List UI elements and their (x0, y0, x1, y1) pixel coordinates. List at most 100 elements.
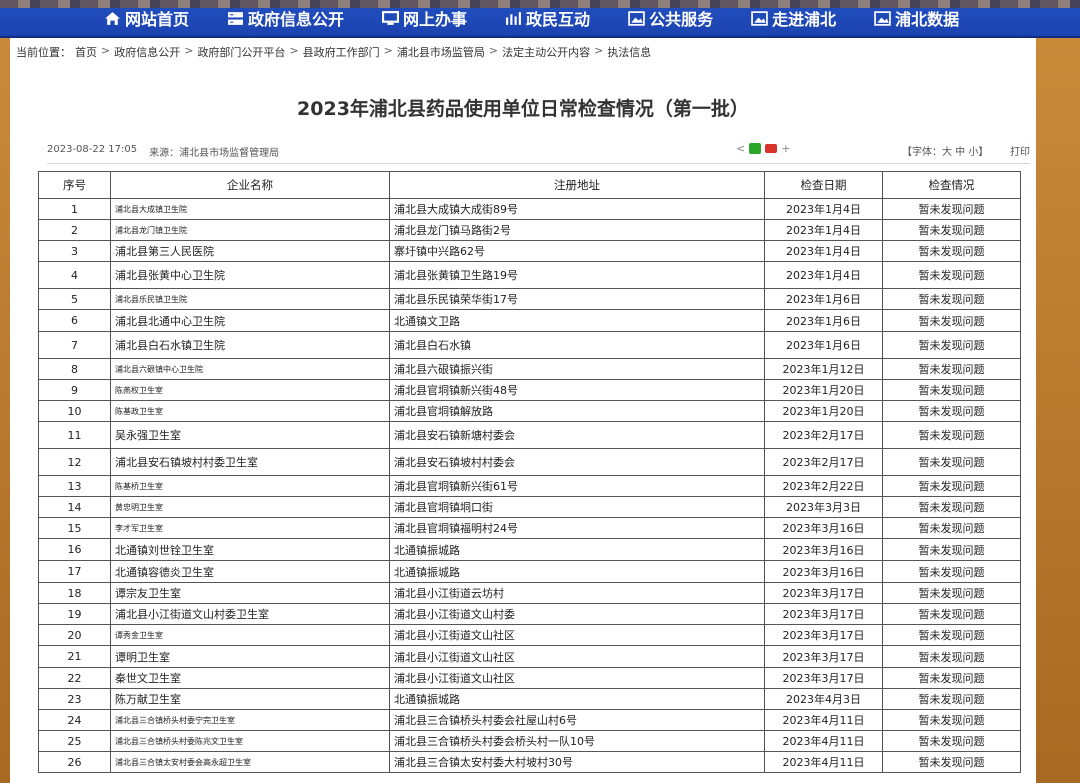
cell-no: 2 (38, 219, 111, 241)
cell-name: 浦北县安石镇坡村村委卫生室 (110, 448, 390, 476)
cell-name: 陈基桥卫生室 (110, 475, 390, 497)
cell-result: 暂未发现问题 (882, 560, 1021, 583)
cell-date: 2023年1月6日 (764, 288, 883, 310)
nav-item-2[interactable]: 网上办事 (382, 6, 467, 30)
breadcrumb-separator: > (594, 44, 604, 57)
table-row: 25 浦北县三合镇桥头村委陈兆文卫生室 浦北县三合镇桥头村委会桥头村一队10号 202… (38, 730, 1021, 752)
header-name: 企业名称 (110, 171, 390, 199)
cell-date: 2023年1月4日 (764, 198, 883, 220)
cell-result: 暂未发现问题 (882, 517, 1021, 539)
breadcrumb-separator: > (383, 44, 393, 57)
table-row: 14 黄忠明卫生室 浦北县官垌镇垌口街 2023年3月3日 暂未发现问题 (38, 496, 1021, 518)
nav-item-4[interactable]: 公共服务 (628, 6, 713, 30)
home-icon (104, 11, 121, 26)
page-title: 2023年浦北县药品使用单位日常检查情况（第一批） (297, 98, 749, 120)
top-navigation: 网站首页 政府信息公开 网上办事 政民互动 公共服务 走进浦北 浦北数据 (0, 0, 1080, 38)
nav-item-1[interactable]: 政府信息公开 (227, 6, 344, 30)
cell-no: 15 (38, 517, 111, 539)
nav-label: 走进浦北 (772, 10, 837, 29)
breadcrumb-link[interactable]: 政府部门公开平台 (197, 44, 285, 60)
cell-address: 浦北县小江街道文山社区 (389, 667, 765, 689)
weibo-share-icon[interactable] (765, 144, 778, 153)
cell-result: 暂未发现问题 (882, 219, 1021, 241)
breadcrumb-separator: > (289, 44, 299, 57)
cell-address: 浦北县官垌镇垌口街 (389, 496, 765, 518)
meta-divider (47, 163, 1030, 164)
cell-address: 浦北县六硍镇振兴街 (389, 358, 765, 380)
nav-label: 网上办事 (403, 10, 468, 29)
print-link[interactable]: 打印 (1010, 143, 1030, 158)
table-row: 9 陈燕权卫生室 浦北县官垌镇新兴街48号 2023年1月20日 暂未发现问题 (38, 379, 1021, 401)
cell-no: 17 (38, 560, 111, 583)
breadcrumb-separator: > (184, 44, 194, 57)
table-row: 10 陈基政卫生室 浦北县官垌镇解放路 2023年1月20日 暂未发现问题 (38, 400, 1021, 422)
article-source: 来源：浦北县市场监督管理局 (149, 148, 280, 159)
breadcrumb-link[interactable]: 首页 (75, 44, 97, 60)
cell-date: 2023年1月12日 (764, 358, 883, 380)
cell-result: 暂未发现问题 (882, 645, 1021, 668)
page-background-right (1036, 38, 1080, 783)
cell-address: 寨圩镇中兴路62号 (389, 240, 765, 262)
cell-address: 浦北县大成镇大成街89号 (389, 198, 765, 220)
nav-item-3[interactable]: 政民互动 (505, 6, 590, 30)
table-row: 15 李才军卫生室 浦北县官垌镇福明村24号 2023年3月16日 暂未发现问题 (38, 517, 1021, 539)
cell-address: 浦北县乐民镇荣华街17号 (389, 288, 765, 310)
wechat-share-icon[interactable] (749, 143, 762, 154)
nav-item-6[interactable]: 浦北数据 (874, 6, 959, 30)
cell-name: 浦北县大成镇卫生院 (110, 198, 390, 220)
cell-result: 暂未发现问题 (882, 538, 1021, 561)
cell-address: 浦北县龙门镇马路街2号 (389, 219, 765, 241)
table-row: 18 谭宗友卫生室 浦北县小江街道云坊村 2023年3月17日 暂未发现问题 (38, 582, 1021, 604)
table-row: 4 浦北县张黄中心卫生院 浦北县张黄镇卫生路19号 2023年1月4日 暂未发现问题 (38, 261, 1021, 289)
cell-result: 暂未发现问题 (882, 379, 1021, 401)
cell-name: 谭宗友卫生室 (110, 582, 390, 604)
cell-name: 李才军卫生室 (110, 517, 390, 539)
cell-no: 12 (38, 448, 111, 476)
breadcrumb-link[interactable]: 县政府工作部门 (303, 44, 380, 60)
cell-result: 暂未发现问题 (882, 331, 1021, 359)
breadcrumb-link[interactable]: 浦北县市场监管局 (397, 44, 485, 60)
font-size-control[interactable]: 【字体：大 中 小】 (902, 143, 988, 158)
cell-no: 16 (38, 538, 111, 561)
cell-result: 暂未发现问题 (882, 496, 1021, 518)
table-row: 24 浦北县三合镇桥头村委宁完卫生室 浦北县三合镇桥头村委会社屋山村6号 2023年4… (38, 709, 1021, 731)
share-icon[interactable]: < (736, 142, 745, 155)
cell-address: 浦北县安石镇新塘村委会 (389, 421, 765, 449)
more-share-icon[interactable]: + (781, 142, 790, 155)
table-row: 8 浦北县六硍镇中心卫生院 浦北县六硍镇振兴街 2023年1月12日 暂未发现问题 (38, 358, 1021, 380)
cell-date: 2023年1月4日 (764, 219, 883, 241)
nav-label: 网站首页 (125, 10, 190, 29)
publish-date: 2023-08-22 17:05 (47, 144, 138, 155)
nav-item-5[interactable]: 走进浦北 (751, 6, 836, 30)
cell-address: 浦北县三合镇桥头村委会桥头村一队10号 (389, 730, 765, 752)
table-row: 22 秦世文卫生室 浦北县小江街道文山社区 2023年3月17日 暂未发现问题 (38, 667, 1021, 689)
cell-no: 24 (38, 709, 111, 731)
cell-no: 1 (38, 198, 111, 220)
cell-address: 浦北县白石水镇 (389, 331, 765, 359)
cell-date: 2023年3月17日 (764, 667, 883, 689)
image-icon (874, 10, 891, 26)
cell-address: 浦北县小江街道文山村委 (389, 603, 765, 625)
cell-no: 7 (38, 331, 111, 359)
breadcrumb-link[interactable]: 政府信息公开 (114, 44, 180, 60)
breadcrumb: 当前位置： 首页 > 政府信息公开 > 政府部门公开平台 > 县政府工作部门 > 浦北县市场监管… (16, 44, 651, 60)
cell-date: 2023年4月11日 (764, 709, 883, 731)
nav-item-0[interactable]: 网站首页 (104, 6, 189, 30)
nav-label: 浦北数据 (895, 10, 960, 29)
cell-no: 20 (38, 624, 111, 646)
cell-no: 22 (38, 667, 111, 689)
cell-date: 2023年2月22日 (764, 475, 883, 497)
cell-name: 浦北县白石水镇卫生院 (110, 331, 390, 359)
breadcrumb-link[interactable]: 执法信息 (607, 44, 651, 60)
cell-name: 浦北县三合镇桥头村委宁完卫生室 (110, 709, 390, 731)
cell-address: 北通镇振城路 (389, 560, 765, 583)
cell-address: 浦北县小江街道文山社区 (389, 645, 765, 668)
cell-no: 18 (38, 582, 111, 604)
table-row: 6 浦北县北通中心卫生院 北通镇文卫路 2023年1月6日 暂未发现问题 (38, 309, 1021, 332)
cell-result: 暂未发现问题 (882, 448, 1021, 476)
breadcrumb-link[interactable]: 法定主动公开内容 (502, 44, 590, 60)
nav-label: 政府信息公开 (248, 10, 345, 29)
cell-date: 2023年4月11日 (764, 751, 883, 773)
cell-address: 浦北县小江街道云坊村 (389, 582, 765, 604)
cell-no: 9 (38, 379, 111, 401)
